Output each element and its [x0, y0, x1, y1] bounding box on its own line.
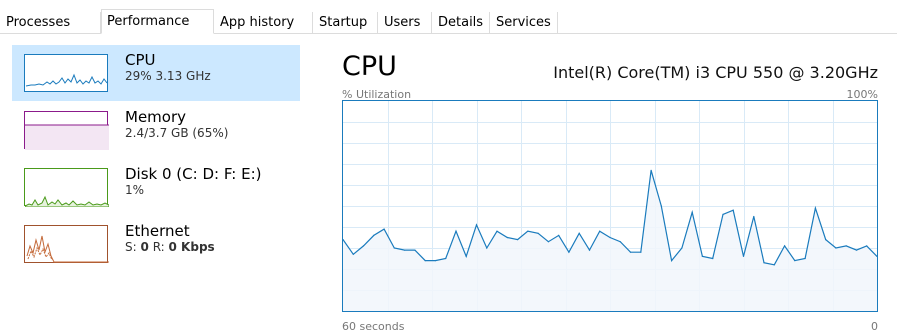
sidebar-item-value: S: 0 R: 0 Kbps [125, 240, 215, 254]
cpu-sample-point [619, 241, 621, 243]
cpu-sample-point [866, 245, 868, 247]
sidebar-item-ethernet[interactable]: Ethernet S: 0 R: 0 Kbps [12, 216, 300, 272]
cpu-sample-point [434, 260, 436, 262]
cpu-sample-point [773, 264, 775, 266]
cpu-sample-point [691, 211, 693, 213]
cpu-sample-point [588, 249, 591, 251]
sidebar-item-label: Disk 0 (C: D: F: E:) [125, 165, 262, 183]
send-value: 0 [140, 240, 149, 254]
cpu-sample-point [547, 241, 549, 243]
cpu-sample-point [671, 260, 673, 262]
disk-thumbnail-sparkline [25, 195, 109, 207]
ethernet-thumbnail-sparkline [26, 235, 109, 263]
cpu-sample-point [424, 260, 426, 262]
cpu-sample-point [640, 251, 642, 253]
cpu-sample-point [445, 257, 447, 260]
tab-bar: Processes Performance App history Startu… [0, 0, 897, 34]
cpu-sample-point [393, 247, 395, 249]
cpu-utilization-graph [342, 100, 878, 312]
page-title: CPU [342, 51, 397, 82]
sidebar-item-cpu[interactable]: CPU 29% 3.13 GHz [12, 45, 300, 101]
cpu-sample-point [599, 230, 601, 232]
sidebar-item-label: Memory [125, 108, 187, 126]
cpu-sample-point [629, 251, 632, 253]
cpu-sample-point [609, 236, 611, 239]
cpu-sample-point [835, 247, 837, 249]
cpu-thumbnail-sparkline [25, 73, 108, 87]
tab-details[interactable]: Details [432, 12, 490, 33]
cpu-sample-point [660, 205, 662, 207]
cpu-sample-point [855, 249, 858, 251]
cpu-sample-point [475, 224, 478, 226]
cpu-sample-point [845, 245, 847, 247]
x-axis-left-label: 60 seconds [342, 320, 405, 333]
memory-thumbnail-graph [24, 111, 109, 150]
cpu-sample-point [537, 232, 539, 234]
cpu-sample-point [578, 232, 580, 234]
cpu-sample-point [506, 236, 508, 239]
cpu-sample-point [414, 249, 416, 251]
sidebar-item-label: Ethernet [125, 222, 190, 240]
tab-performance[interactable]: Performance [101, 9, 214, 34]
sidebar-item-memory[interactable]: Memory 2.4/3.7 GB (65%) [12, 102, 300, 158]
cpu-sample-point [568, 251, 570, 253]
sidebar-item-label: CPU [125, 51, 156, 69]
disk-thumbnail-graph [24, 168, 109, 207]
cpu-sample-point [455, 230, 457, 232]
memory-thumbnail-fill [25, 124, 109, 150]
sidebar-item-disk[interactable]: Disk 0 (C: D: F: E:) 1% [12, 159, 300, 215]
cpu-sample-point [404, 249, 406, 251]
cpu-sample-point [465, 255, 467, 257]
cpu-sample-point [650, 169, 652, 171]
x-axis-right-label: 0 [871, 320, 878, 333]
cpu-sample-point [681, 247, 683, 249]
cpu-sample-point [496, 230, 498, 232]
cpu-sample-point [763, 262, 765, 264]
cpu-sample-point [784, 245, 786, 247]
cpu-sample-point [527, 230, 529, 232]
tab-services[interactable]: Services [490, 12, 558, 33]
sidebar-item-value: 29% 3.13 GHz [125, 69, 211, 83]
cpu-sample-point [486, 247, 488, 249]
cpu-sample-point [701, 255, 703, 257]
receive-value: 0 Kbps [168, 240, 215, 254]
cpu-sample-point [742, 255, 745, 257]
ethernet-thumbnail-graph [24, 225, 109, 263]
processor-name: Intel(R) Core(TM) i3 CPU 550 @ 3.20GHz [553, 63, 878, 82]
cpu-sample-point [804, 257, 806, 260]
tab-startup[interactable]: Startup [313, 12, 378, 33]
sidebar-item-value: 1% [125, 183, 145, 197]
cpu-sample-point [352, 253, 354, 255]
cpu-sample-point [794, 260, 796, 262]
cpu-sample-point [722, 213, 724, 215]
cpu-sample-point [383, 228, 385, 230]
cpu-sample-point [517, 239, 519, 241]
tab-app-history[interactable]: App history [214, 12, 313, 33]
cpu-sample-point [825, 239, 827, 241]
tab-users[interactable]: Users [378, 12, 432, 33]
cpu-sample-point [753, 215, 755, 218]
cpu-sample-point [732, 209, 734, 211]
sidebar-item-value: 2.4/3.7 GB (65%) [125, 126, 229, 140]
cpu-sample-point [814, 207, 816, 209]
cpu-utilization-chart [343, 101, 877, 311]
receive-label: R: [152, 240, 165, 254]
cpu-sample-point [362, 245, 365, 247]
tab-processes[interactable]: Processes [0, 12, 101, 33]
cpu-sample-point [373, 234, 375, 236]
send-label: S: [125, 240, 137, 254]
cpu-thumbnail-graph [24, 54, 108, 92]
cpu-sample-point [712, 257, 714, 260]
cpu-sample-point [558, 234, 560, 236]
